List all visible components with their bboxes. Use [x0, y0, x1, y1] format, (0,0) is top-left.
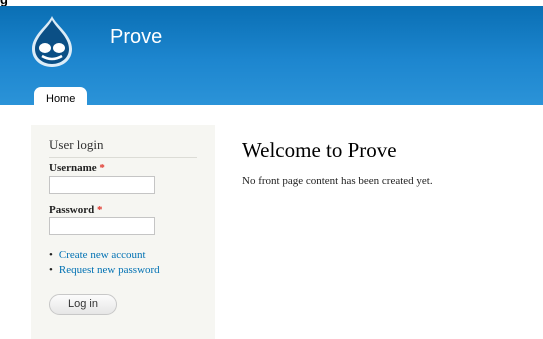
required-mark: * [96, 204, 103, 216]
block-title: User login [49, 137, 197, 158]
password-label: Password * [49, 204, 102, 216]
page-content: No front page content has been created y… [242, 175, 433, 187]
login-links: Create new account Request new password [49, 248, 160, 278]
password-field[interactable] [49, 217, 155, 235]
password-label-text: Password [49, 204, 95, 216]
username-label-text: Username [49, 162, 97, 174]
tab-home[interactable]: Home [34, 87, 88, 111]
drupal-drop-icon[interactable] [30, 15, 74, 68]
user-login-block: User login Username * Password * Create … [31, 125, 215, 339]
create-account-link[interactable]: Create new account [59, 249, 146, 261]
list-item: Create new account [49, 248, 160, 263]
request-password-link[interactable]: Request new password [59, 264, 160, 276]
log-in-button[interactable]: Log in [49, 294, 117, 315]
username-field[interactable] [49, 176, 155, 194]
site-name[interactable]: Prove [110, 26, 162, 49]
username-label: Username * [49, 162, 105, 174]
site-header: Prove Home [0, 6, 543, 111]
required-mark: * [99, 162, 105, 174]
page-title: Welcome to Prove [242, 138, 397, 162]
list-item: Request new password [49, 263, 160, 278]
